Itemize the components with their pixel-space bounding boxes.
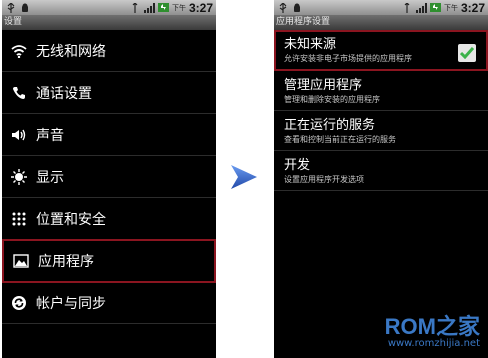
- setting-subtitle: 允许安装非电子市场提供的应用程序: [284, 54, 412, 63]
- menu-item-label: 显示: [36, 169, 64, 186]
- usb-connected-icon: [402, 2, 413, 13]
- battery-icon: [157, 2, 169, 13]
- menu-item-label: 应用程序: [38, 254, 94, 270]
- grid-dots-icon: [6, 212, 32, 226]
- arrow-right-icon: [229, 164, 259, 194]
- setting-title: 开发: [284, 158, 311, 173]
- status-ampm: 下午: [443, 3, 458, 12]
- menu-item-label: 声音: [36, 127, 64, 144]
- unknown-sources-checkbox[interactable]: [458, 44, 476, 62]
- battery-icon: [429, 2, 441, 13]
- menu-item-label: 帐户与同步: [36, 295, 106, 312]
- usb-icon: [277, 2, 288, 13]
- app-settings-menu: 未知来源 允许安装非电子市场提供的应用程序 管理应用程序 管理和删除安装的应用程…: [274, 30, 488, 191]
- usb-icon: [5, 2, 16, 13]
- usb-connected-icon: [130, 2, 141, 13]
- menu-item-display[interactable]: 显示: [2, 156, 216, 198]
- menu-item-location-security[interactable]: 位置和安全: [2, 198, 216, 240]
- checkmark-icon: [460, 47, 474, 59]
- setting-title: 未知来源: [284, 37, 337, 52]
- setting-running-services[interactable]: 正在运行的服务 查看和控制当前正在运行的服务: [274, 111, 488, 151]
- setting-title: 正在运行的服务: [284, 118, 376, 133]
- page-title: 应用程序设置: [274, 15, 488, 30]
- menu-item-label: 无线和网络: [36, 43, 106, 60]
- setting-subtitle: 查看和控制当前正在运行的服务: [284, 135, 396, 144]
- setting-unknown-sources[interactable]: 未知来源 允许安装非电子市场提供的应用程序: [274, 30, 488, 71]
- android-icon: [291, 2, 302, 13]
- speaker-icon: [6, 128, 32, 142]
- right-phone-screen: 下午 3:27 应用程序设置 未知来源 允许安装非电子市场提供的应用程序 管理应…: [274, 0, 488, 358]
- setting-subtitle: 管理和删除安装的应用程序: [284, 95, 380, 104]
- watermark-url: www.romzhijia.net: [387, 338, 480, 349]
- android-icon: [19, 2, 30, 13]
- menu-item-accounts-sync[interactable]: 帐户与同步: [2, 282, 216, 324]
- phone-icon: [6, 86, 32, 100]
- picture-icon: [8, 254, 34, 268]
- setting-subtitle: 设置应用程序开发选项: [284, 175, 364, 184]
- signal-icon: [143, 2, 155, 13]
- setting-manage-applications[interactable]: 管理应用程序 管理和删除安装的应用程序: [274, 71, 488, 111]
- left-phone-screen: 下午 3:27 设置 无线和网络 通话设置 声音 显示 位置和安全 应用程序 帐…: [2, 0, 216, 358]
- menu-item-call-settings[interactable]: 通话设置: [2, 72, 216, 114]
- menu-item-label: 通话设置: [36, 85, 92, 102]
- status-bar: 下午 3:27: [2, 0, 216, 15]
- watermark: ROM之家 www.romzhijia.net: [340, 316, 480, 352]
- setting-title: 管理应用程序: [284, 78, 363, 93]
- status-ampm: 下午: [171, 3, 186, 12]
- menu-item-applications[interactable]: 应用程序: [2, 239, 216, 283]
- watermark-logo: ROM之家: [384, 314, 480, 339]
- signal-icon: [415, 2, 427, 13]
- menu-item-label: 位置和安全: [36, 211, 106, 228]
- sync-icon: [6, 295, 32, 311]
- page-title: 设置: [2, 15, 216, 30]
- settings-menu: 无线和网络 通话设置 声音 显示 位置和安全 应用程序 帐户与同步: [2, 30, 216, 324]
- menu-item-wireless[interactable]: 无线和网络: [2, 30, 216, 72]
- menu-item-sound[interactable]: 声音: [2, 114, 216, 156]
- status-time: 3:27: [460, 0, 485, 15]
- wifi-icon: [6, 44, 32, 58]
- status-time: 3:27: [188, 0, 213, 15]
- status-bar: 下午 3:27: [274, 0, 488, 15]
- setting-development[interactable]: 开发 设置应用程序开发选项: [274, 151, 488, 191]
- brightness-icon: [6, 168, 32, 185]
